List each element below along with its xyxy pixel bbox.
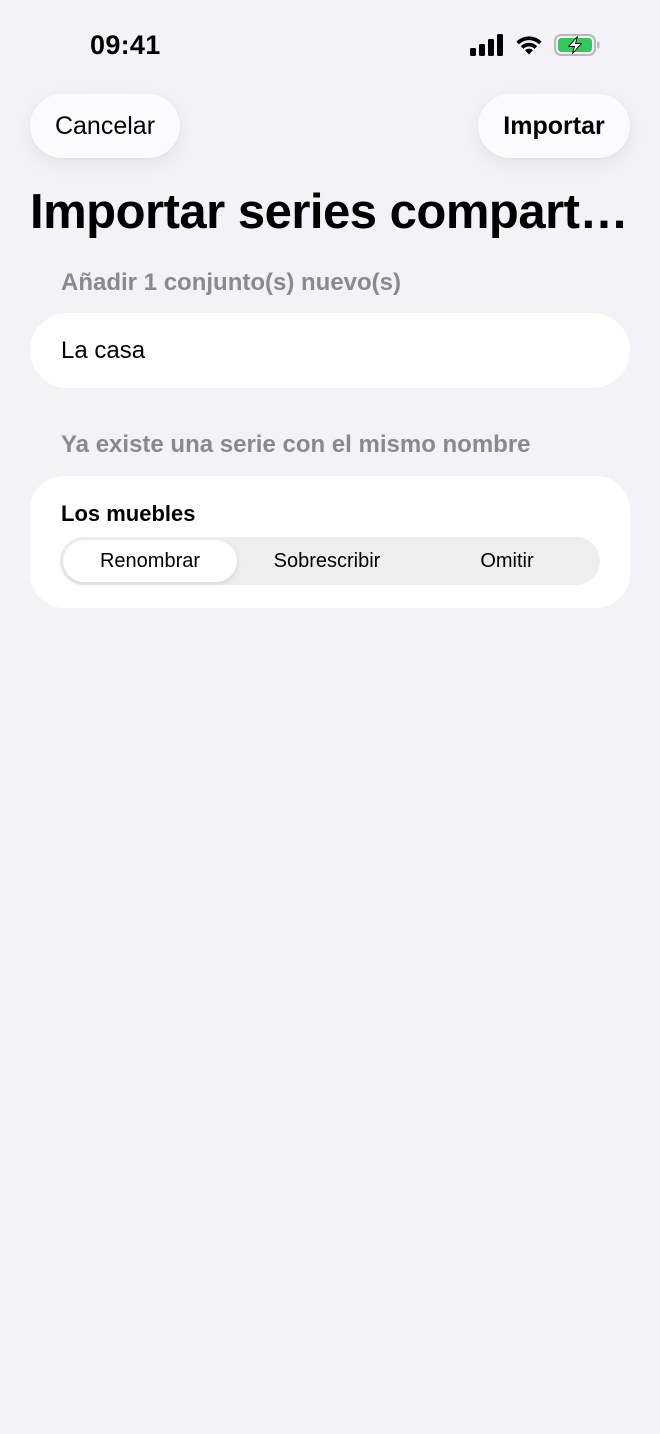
cellular-signal-icon <box>470 34 504 56</box>
conflict-resolution-segmented-control: Renombrar Sobrescribir Omitir <box>60 537 600 585</box>
segment-rename[interactable]: Renombrar <box>63 540 237 582</box>
segment-overwrite[interactable]: Sobrescribir <box>237 540 417 582</box>
existing-set-name: Los muebles <box>61 501 196 526</box>
new-set-row: La casa <box>30 313 630 388</box>
segment-skip[interactable]: Omitir <box>417 540 597 582</box>
new-sets-header: Añadir 1 conjunto(s) nuevo(s) <box>61 269 402 296</box>
battery-charging-icon <box>554 34 600 56</box>
cancel-button[interactable]: Cancelar <box>30 94 180 158</box>
new-set-name: La casa <box>61 336 146 364</box>
status-icons <box>470 34 600 56</box>
status-bar: 09:41 <box>0 0 660 92</box>
existing-sets-header: Ya existe una serie con el mismo nombre <box>61 431 531 458</box>
wifi-icon <box>514 34 544 56</box>
page-title: Importar series compartidas <box>30 185 630 239</box>
status-time: 09:41 <box>90 30 161 60</box>
import-button[interactable]: Importar <box>478 94 630 158</box>
existing-set-row: Los muebles Renombrar Sobrescribir Omiti… <box>30 476 630 608</box>
